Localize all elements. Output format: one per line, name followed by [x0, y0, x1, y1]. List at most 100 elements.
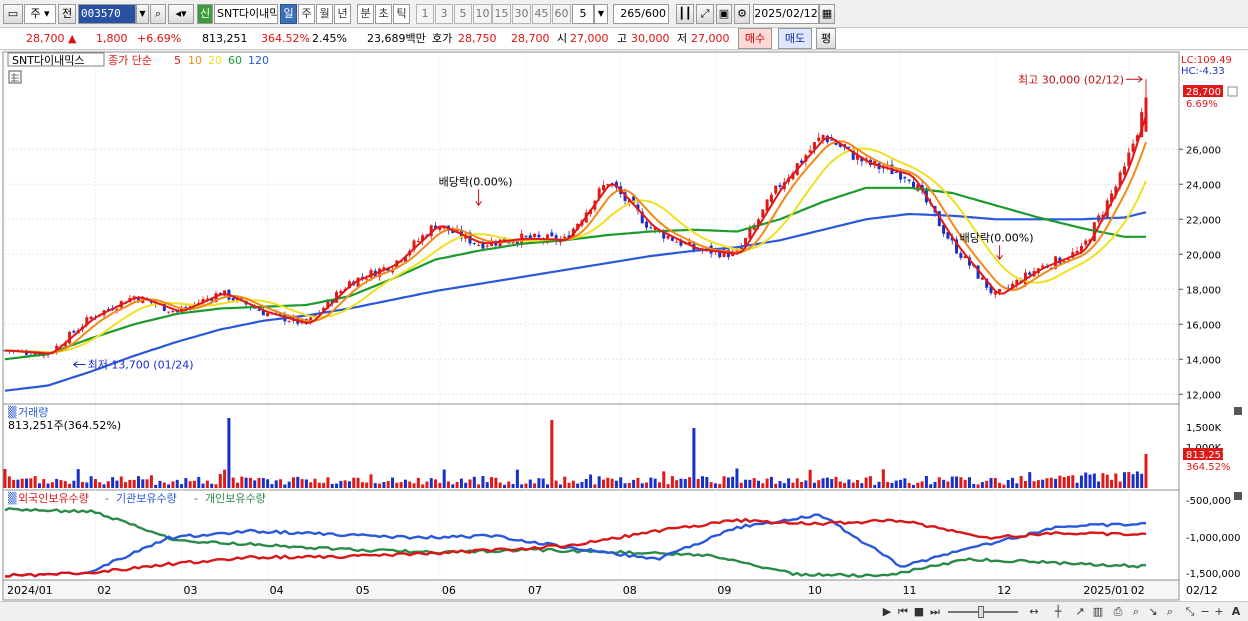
volume-bar [864, 477, 868, 488]
period-4-button[interactable]: 분 [357, 4, 374, 24]
interval-45-button[interactable]: 45 [532, 4, 551, 24]
interval-dropdown-icon[interactable]: ▼ [594, 4, 608, 24]
zoom-in-search-icon[interactable]: ⌕ [1162, 604, 1178, 620]
arrow-icon[interactable]: ↘ [1146, 604, 1160, 620]
volume-bar [830, 479, 834, 488]
dividend-annotation-1: 배당락(0.00%) [439, 175, 513, 188]
market-select[interactable]: 주 ▾ [24, 4, 56, 24]
interval-5-button[interactable]: 5 [454, 4, 472, 24]
volume-bar [972, 483, 976, 488]
volume-bar [128, 479, 132, 488]
chart-area[interactable]: 최고 30,000 (02/12) 최저 13,700 (01/24) 배당락(0.… [0, 51, 1248, 601]
volume-bar [490, 477, 494, 488]
chart-svg[interactable]: 최고 30,000 (02/12) 최저 13,700 (01/24) 배당락(0.… [0, 51, 1248, 601]
price-panel-scroll-icon[interactable] [1227, 86, 1238, 97]
zoom-slider[interactable] [948, 604, 1018, 620]
volume-bar [550, 420, 554, 488]
volume-bar [408, 481, 412, 488]
volume-bar [890, 482, 894, 488]
volume-bar [85, 482, 89, 488]
volume-bar [365, 482, 369, 488]
print-icon[interactable]: ⎙ [1110, 604, 1126, 620]
sell-button[interactable]: 매도 [778, 28, 812, 49]
zoom-slider-thumb[interactable] [978, 606, 984, 618]
volume-bar [1088, 474, 1092, 488]
candle-body [171, 310, 175, 313]
volume-bar [726, 477, 730, 488]
volume-bar [933, 481, 937, 488]
volume-bar [1079, 475, 1083, 488]
interval-15-button[interactable]: 15 [492, 4, 511, 24]
volume-bar [1006, 479, 1010, 488]
interval-3-button[interactable]: 3 [435, 4, 453, 24]
high-value: 30,000 [631, 32, 670, 45]
crosshair-icon[interactable]: ┼ [1048, 604, 1068, 620]
volume-bar [907, 482, 911, 488]
volume-bar [330, 483, 334, 488]
volume-bar [558, 484, 562, 488]
speaker-icon[interactable]: ◂▾ [168, 4, 194, 24]
x-axis-label: 12 [997, 584, 1011, 597]
layout-icon[interactable]: ▭ [3, 4, 23, 24]
volume-bar [1019, 476, 1023, 488]
holdings-close-icon[interactable] [1234, 492, 1242, 500]
interval-1-button[interactable]: 1 [416, 4, 434, 24]
zoom-out-search-icon[interactable]: ⌕ [1128, 604, 1144, 620]
period-6-button[interactable]: 틱 [393, 4, 410, 24]
save-icon[interactable]: ▣ [716, 4, 732, 24]
stock-code-input[interactable]: 003570 [78, 4, 136, 24]
font-size-icon[interactable]: A [1228, 604, 1244, 620]
pan-icon[interactable]: ↔ [1024, 604, 1044, 620]
scroll-last-icon[interactable]: ⏭ [927, 604, 943, 620]
volume-bar [33, 476, 37, 488]
volume-close-icon[interactable] [1234, 407, 1242, 415]
volume-bar [1041, 479, 1045, 488]
period-1-button[interactable]: 주 [298, 4, 315, 24]
code-dropdown-icon[interactable]: ▼ [136, 4, 149, 24]
period-0-button[interactable]: 일 [280, 4, 297, 24]
market-label: 주 [30, 7, 41, 20]
date-field[interactable]: 2025/02/12 [753, 4, 819, 24]
period-3-button[interactable]: 년 [334, 4, 351, 24]
count-field[interactable]: 265/600 [613, 4, 669, 24]
resize-icon[interactable]: ⤡ [1182, 604, 1198, 620]
volume-bar [787, 478, 791, 488]
scroll-first-icon[interactable]: ⏮ [895, 604, 911, 620]
calendar-icon[interactable]: ▦ [819, 4, 835, 24]
candle-body [817, 137, 821, 141]
volume-bar [3, 469, 7, 488]
interval-10-button[interactable]: 10 [473, 4, 492, 24]
x-axis-label: 02 [1131, 584, 1145, 597]
candle-body [1084, 240, 1088, 245]
volume-bar [339, 480, 343, 488]
candle-body [416, 240, 420, 242]
gear-icon[interactable]: ⚙ [734, 4, 750, 24]
trend-icon[interactable]: ↗ [1072, 604, 1088, 620]
volume-bar [731, 476, 735, 488]
interval-value-field[interactable]: 5 [572, 4, 594, 24]
eval-button[interactable]: 평 [816, 28, 836, 49]
period-5-button[interactable]: 초 [375, 4, 392, 24]
candle-type-icon[interactable]: ┃┃ [676, 4, 694, 24]
x-axis-label: 03 [184, 584, 198, 597]
search-icon[interactable]: ⌕ [150, 4, 166, 24]
volume-bar [283, 484, 287, 488]
zoom-minus-icon[interactable]: − [1198, 604, 1212, 620]
volume-title: 거래량 [18, 406, 48, 419]
volume-bar [946, 481, 950, 488]
interval-60-button[interactable]: 60 [552, 4, 571, 24]
prev-button[interactable]: 전 [58, 4, 76, 24]
buy-button[interactable]: 매수 [738, 28, 772, 49]
volume-bar [391, 477, 395, 488]
zoom-plus-icon[interactable]: + [1212, 604, 1226, 620]
period-2-button[interactable]: 월 [316, 4, 333, 24]
candle-body [903, 177, 907, 179]
scroll-right-icon[interactable]: ▶ [880, 604, 894, 620]
quote-bar: 28,700 ▲ 1,800 +6.69% 813,251 364.52% 2.… [0, 28, 1248, 50]
candle-body [907, 179, 911, 182]
chart-type-icon[interactable]: ▥ [1090, 604, 1106, 620]
stop-icon[interactable]: ■ [912, 604, 926, 620]
candle-body [550, 232, 554, 237]
interval-30-button[interactable]: 30 [512, 4, 531, 24]
draw-tool-icon[interactable]: ⤢ [696, 4, 714, 24]
